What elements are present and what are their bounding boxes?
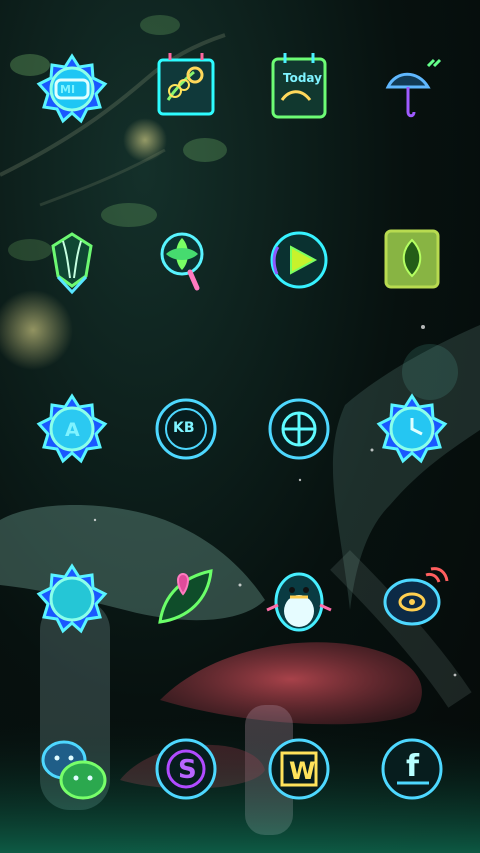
app-calendar[interactable]: Today: [255, 45, 343, 133]
clock-flower-icon: [376, 393, 448, 464]
app-qq[interactable]: [255, 555, 343, 643]
app-f[interactable]: f: [368, 725, 456, 813]
app-wechat[interactable]: [28, 725, 116, 813]
app-bouquet[interactable]: [28, 216, 116, 304]
gallery-bouquet-icon: [157, 53, 215, 116]
kb-text: KB: [173, 420, 195, 436]
app-w[interactable]: W: [255, 725, 343, 813]
today-text: Today: [283, 71, 322, 85]
settings-flower-icon: [36, 563, 108, 634]
app-clock[interactable]: [368, 385, 456, 473]
app-gallery[interactable]: [142, 45, 230, 133]
app-icon-grid: MI Today A KB S W f: [0, 0, 480, 853]
app-kb[interactable]: KB: [142, 385, 230, 473]
w-text: W: [289, 757, 316, 785]
mi-text: MI: [60, 83, 76, 96]
calendar-today-icon: [271, 53, 327, 119]
app-maps[interactable]: [142, 555, 230, 643]
app-crosshair[interactable]: [255, 385, 343, 473]
f-text: f: [406, 749, 420, 784]
weibo-eye-icon: [383, 567, 449, 626]
a-text: A: [65, 419, 80, 441]
app-video[interactable]: [255, 216, 343, 304]
crosshair-circle-icon: [268, 398, 330, 460]
app-search[interactable]: [142, 216, 230, 304]
app-contacts[interactable]: A: [28, 385, 116, 473]
qq-penguin-icon: [266, 572, 332, 632]
wechat-bubbles-icon: [41, 740, 107, 800]
notes-leaf-icon: [384, 229, 440, 289]
app-weather[interactable]: [368, 45, 456, 133]
app-settings[interactable]: [28, 555, 116, 643]
play-button-icon: [270, 231, 328, 289]
app-s[interactable]: S: [142, 725, 230, 813]
flower-bouquet-icon: [51, 232, 93, 295]
app-weibo[interactable]: [368, 555, 456, 643]
s-text: S: [178, 755, 197, 785]
app-mi-flower[interactable]: MI: [28, 45, 116, 133]
search-clover-icon: [160, 232, 204, 291]
weather-umbrella-icon: [385, 58, 442, 118]
maps-leaf-pin-icon: [158, 569, 213, 624]
app-notes[interactable]: [368, 216, 456, 304]
